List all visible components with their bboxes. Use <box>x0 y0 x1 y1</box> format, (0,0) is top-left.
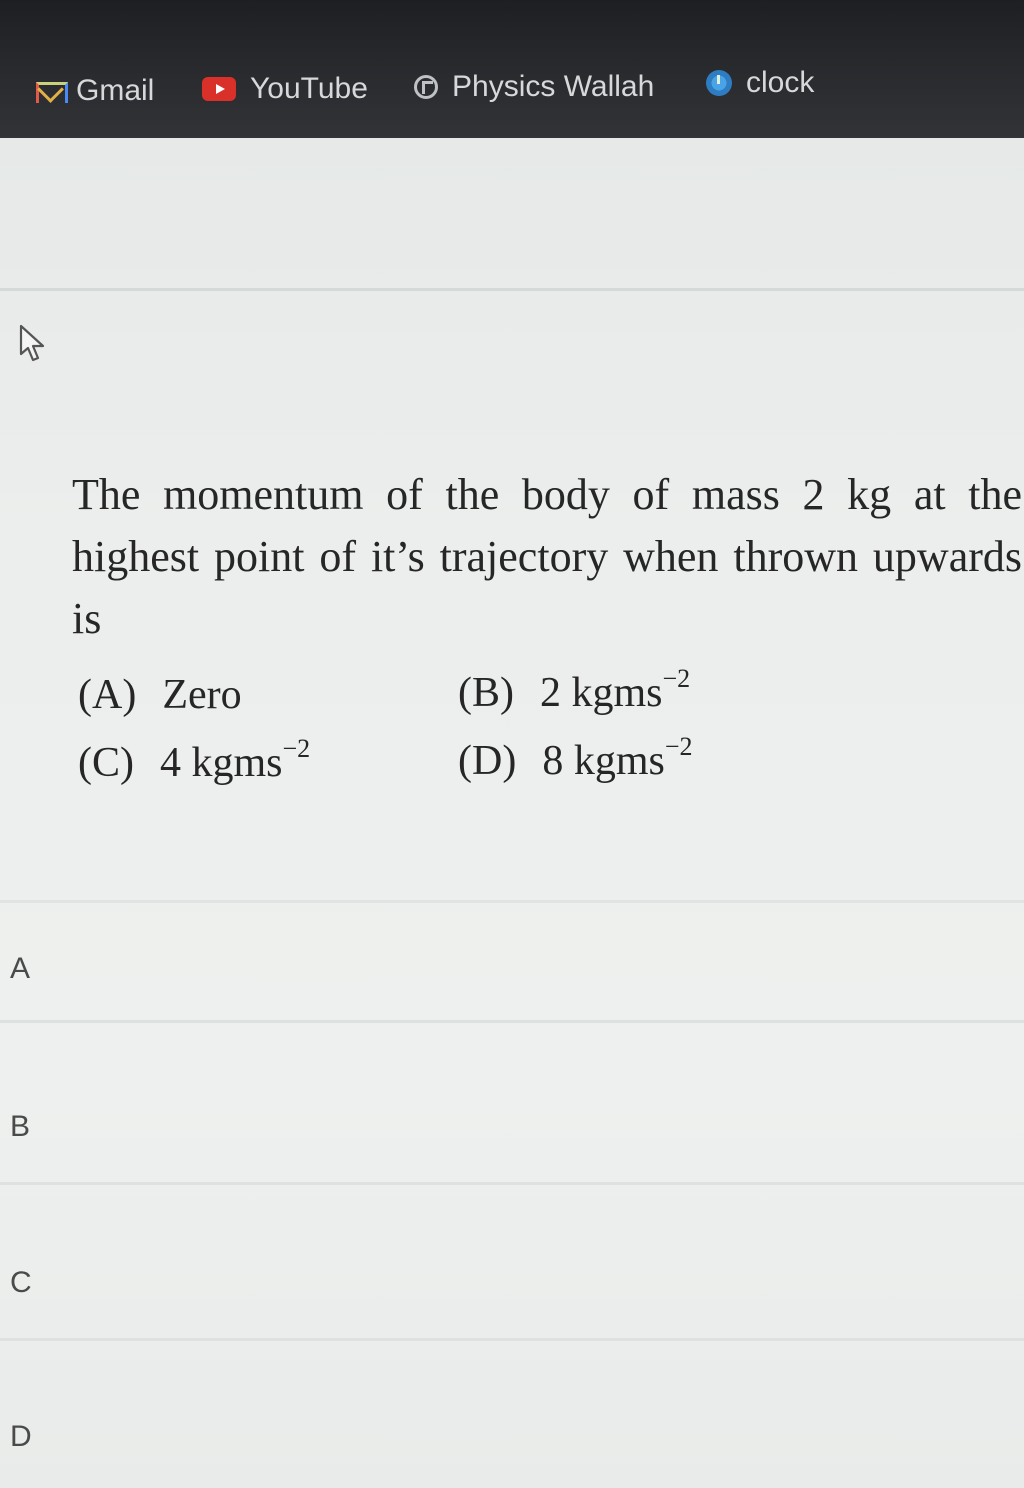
divider <box>0 288 1024 291</box>
option-c: (C) 4 kgms−2 <box>78 734 311 787</box>
youtube-icon <box>202 77 236 101</box>
clock-icon <box>706 70 732 96</box>
bookmark-physics-wallah[interactable]: Physics Wallah <box>414 70 654 104</box>
bookmarks-bar: Gmail YouTube Physics Wallah clock <box>0 0 1024 138</box>
physics-wallah-icon <box>414 75 438 99</box>
option-letter: (A) <box>78 672 137 718</box>
bookmark-label: clock <box>746 66 815 99</box>
option-d: (D) 8 kgms−2 <box>458 732 693 785</box>
divider <box>0 1020 1024 1023</box>
bookmark-gmail[interactable]: Gmail <box>36 74 154 108</box>
option-letter: (D) <box>458 738 517 784</box>
bookmark-youtube[interactable]: YouTube <box>202 72 368 106</box>
bookmark-label: YouTube <box>250 72 368 105</box>
option-value: 4 kgms−2 <box>160 734 311 786</box>
option-value: 8 kgms−2 <box>542 732 693 784</box>
divider <box>0 1338 1024 1341</box>
option-b: (B) 2 kgms−2 <box>458 664 691 717</box>
answer-choice-b[interactable]: B <box>10 1110 30 1144</box>
divider <box>0 1182 1024 1185</box>
gmail-icon <box>36 82 68 103</box>
mouse-cursor-icon <box>19 324 45 362</box>
option-letter: (B) <box>458 670 514 716</box>
bookmark-label: Physics Wallah <box>452 70 655 103</box>
option-value: Zero <box>162 672 242 718</box>
option-value: 2 kgms−2 <box>540 664 691 716</box>
answer-choice-a[interactable]: A <box>10 952 30 986</box>
page-content: The momentum of the body of mass 2 kg at… <box>0 138 1024 1488</box>
answer-choice-c[interactable]: C <box>10 1266 32 1300</box>
answer-choice-d[interactable]: D <box>10 1420 32 1454</box>
option-a: (A) Zero <box>78 670 242 719</box>
option-letter: (C) <box>78 740 134 786</box>
divider <box>0 900 1024 903</box>
bookmark-clock[interactable]: clock <box>706 66 814 100</box>
question-text: The momentum of the body of mass 2 kg at… <box>72 470 1022 643</box>
bookmark-label: Gmail <box>76 74 155 107</box>
